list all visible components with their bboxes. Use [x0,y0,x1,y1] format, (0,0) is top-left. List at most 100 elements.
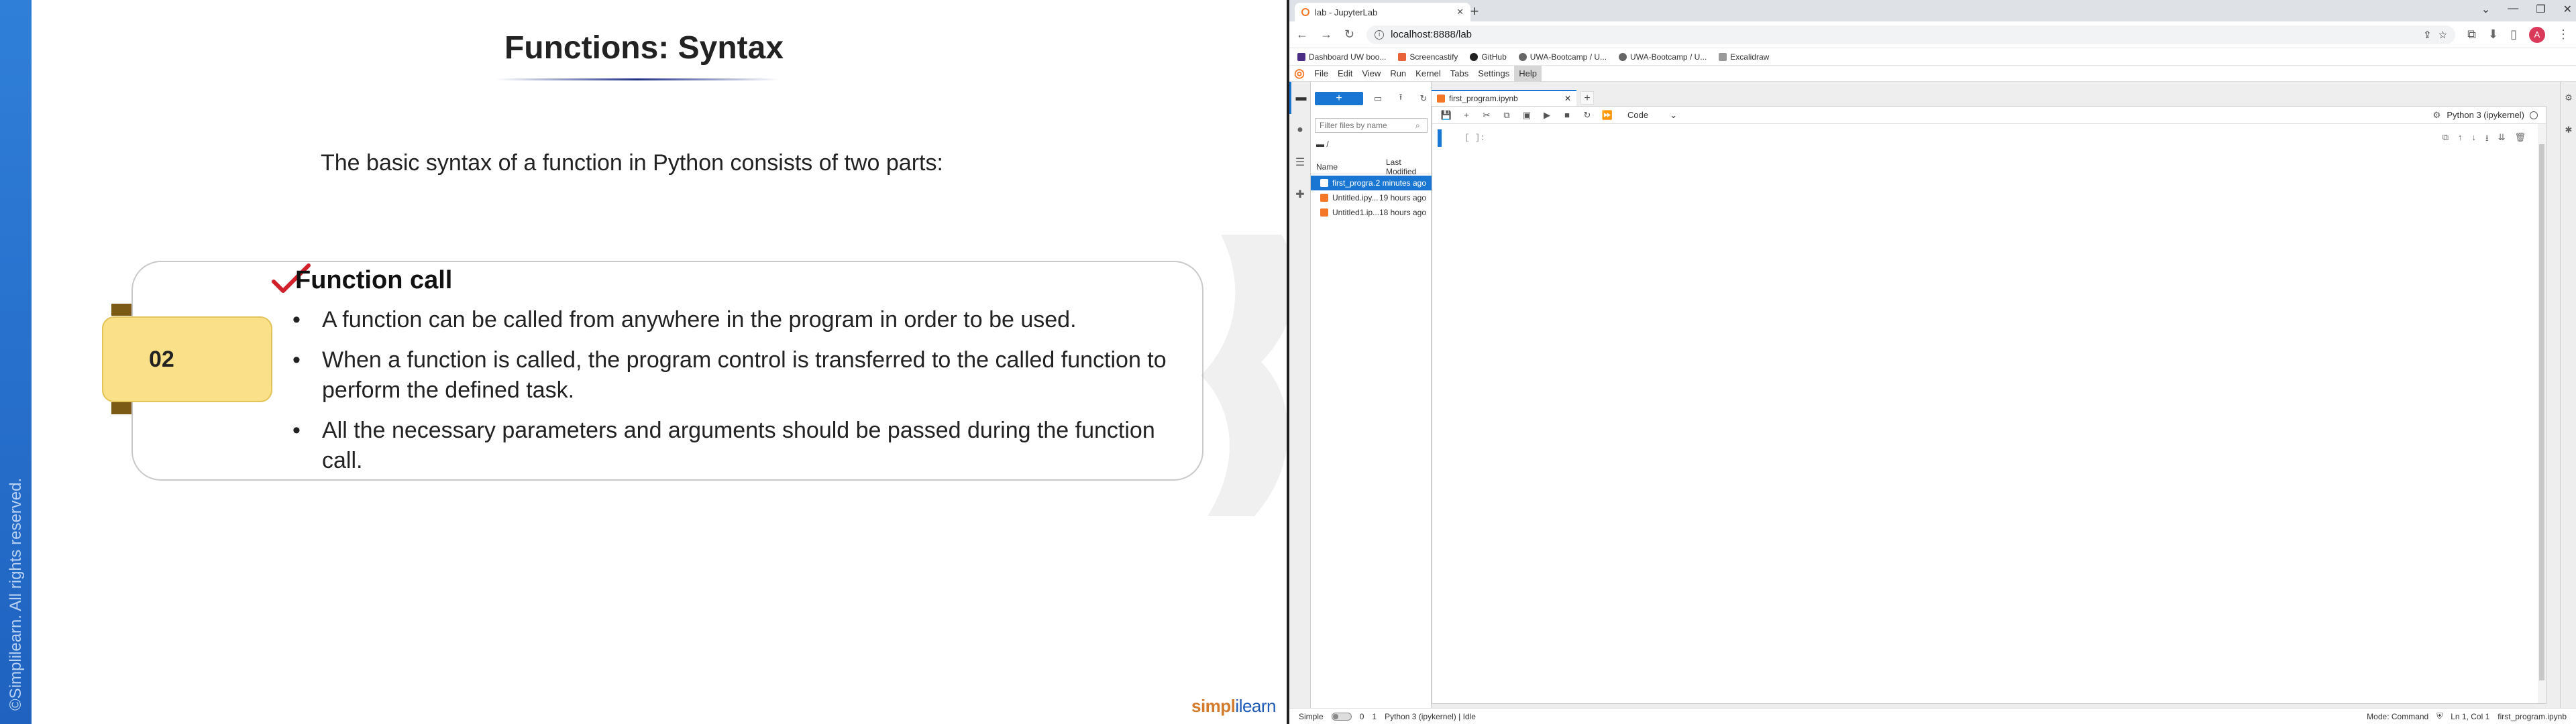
search-icon: ⌕ [1415,121,1420,130]
extension-icon[interactable]: ✚ [1289,178,1311,210]
simple-mode-toggle[interactable] [1331,712,1352,721]
bookmark-item[interactable]: Dashboard UW boo... [1297,52,1386,62]
column-last-modified[interactable]: Last Modified [1386,158,1432,176]
cell-type-select[interactable]: Code ⌄ [1624,108,1680,122]
close-window-icon[interactable]: ✕ [2563,3,2572,16]
menu-view[interactable]: View [1357,66,1385,82]
reload-icon[interactable]: ↻ [1344,27,1354,42]
bullet-item: When a function is called, the program c… [292,345,1178,406]
menu-edit[interactable]: Edit [1333,66,1357,82]
copy-icon[interactable]: ⧉ [1497,110,1517,121]
browser-tab-title: lab - JupyterLab [1315,7,1378,17]
forward-icon[interactable]: → [1320,27,1332,42]
cut-icon[interactable]: ✂ [1477,110,1497,121]
kernel-name[interactable]: Python 3 (ipykernel) [2447,110,2524,120]
menu-run[interactable]: Run [1385,66,1411,82]
globe-icon [1619,52,1627,61]
jupyter-favicon-icon [1301,8,1309,16]
jupyter-menubar: ◎ File Edit View Run Kernel Tabs Setting… [1289,65,2576,82]
extensions-icon[interactable]: ⧉ [2467,27,2476,42]
save-icon[interactable]: 💾 [1436,110,1456,121]
toc-icon[interactable]: ☰ [1289,146,1311,178]
kernel-count[interactable]: 1 [1372,712,1377,721]
run-icon[interactable]: ▶ [1537,110,1557,121]
filter-files-input[interactable] [1315,118,1428,133]
debugger-icon[interactable]: ✱ [2561,114,2576,146]
bookmark-item[interactable]: UWA-Bootcamp / U... [1518,52,1607,62]
card-heading: Function call [295,266,453,294]
profile-avatar[interactable]: A [2529,26,2545,43]
new-tab-button[interactable]: + [1580,91,1594,105]
site-info-icon[interactable]: i [1375,29,1385,40]
title-underline [496,78,778,80]
bookmark-item[interactable]: Screencastify [1398,52,1458,62]
kernel-settings-icon[interactable]: ⚙ [2426,110,2447,121]
terminal-count[interactable]: 0 [1360,712,1364,721]
address-bar[interactable]: i localhost:8888/lab ⇪ ☆ [1366,25,2456,44]
delete-icon[interactable]: 🗑 [2514,132,2526,147]
breadcrumb[interactable]: ▬ / [1316,139,1329,149]
star-icon[interactable]: ☆ [2438,29,2447,41]
share-icon[interactable]: ⇪ [2423,29,2432,41]
code-cell[interactable]: [ ]: ⧉ ↑ ↓ ⭳ ⇊ 🗑 [1438,129,2532,147]
scrollbar[interactable] [2538,124,2546,703]
slide-intro: The basic syntax of a function in Python… [321,150,943,176]
browser-toolbar: ← → ↻ i localhost:8888/lab ⇪ ☆ ⧉ ⬇ ▯ A ⋮ [1289,21,2576,48]
menu-tabs[interactable]: Tabs [1446,66,1473,82]
scrollbar-thumb[interactable] [2539,144,2544,680]
back-icon[interactable]: ← [1296,27,1308,42]
sidepanel-icon[interactable]: ▯ [2510,27,2517,42]
stop-icon[interactable]: ■ [1557,110,1577,120]
bookmark-item[interactable]: UWA-Bootcamp / U... [1619,52,1707,62]
mode-status: Mode: Command [2367,711,2429,721]
menu-help[interactable]: Help [1514,65,1542,82]
paste-icon[interactable]: ▣ [1517,110,1537,121]
cursor-position[interactable]: Ln 1, Col 1 [2451,712,2489,721]
notebook-toolbar: 💾 + ✂ ⧉ ▣ ▶ ■ ↻ ⏩ Code ⌄ ⚙ Python 3 (ipy… [1432,107,2546,124]
slide-title: Functions: Syntax [504,30,784,66]
browser-tab[interactable]: lab - JupyterLab ✕ [1295,3,1470,21]
duplicate-icon[interactable]: ⧉ [2443,132,2449,147]
close-icon[interactable]: ✕ [1564,94,1571,103]
upload-icon[interactable]: ⭱ [1393,91,1409,106]
folder-icon[interactable]: ▬ [1289,82,1311,114]
more-menu-icon[interactable]: ⋮ [2557,27,2569,42]
minimize-icon[interactable]: — [2508,3,2518,16]
menu-settings[interactable]: Settings [1473,66,1514,82]
kernel-status-icon [2530,111,2538,119]
cell-collapser[interactable] [1438,129,1442,147]
chevron-down-icon[interactable]: ⌄ [2481,3,2490,16]
move-down-icon[interactable]: ↓ [2472,132,2477,147]
restart-icon[interactable]: ↻ [1577,110,1597,121]
close-tab-icon[interactable]: ✕ [1456,7,1464,17]
insert-below-icon[interactable]: ⇊ [2498,132,2506,147]
move-up-icon[interactable]: ↑ [2458,132,2463,147]
fast-forward-icon[interactable]: ⏩ [1597,110,1617,121]
bookmark-item[interactable]: Excalidraw [1719,52,1769,62]
bookmark-item[interactable]: GitHub [1470,52,1507,62]
refresh-icon[interactable]: ↻ [1415,93,1432,104]
notebook-tab[interactable]: first_program.ipynb ✕ [1432,90,1576,106]
new-launcher-button[interactable]: + [1315,92,1363,105]
new-folder-icon[interactable]: ▭ [1370,93,1386,104]
property-inspector-icon[interactable]: ⚙ [2561,82,2576,114]
menu-kernel[interactable]: Kernel [1411,66,1446,82]
menu-file[interactable]: File [1309,66,1333,82]
maximize-icon[interactable]: ❐ [2536,3,2545,16]
excalidraw-icon [1719,52,1727,61]
notebook-icon [1320,179,1328,187]
cell-toolbar: ⧉ ↑ ↓ ⭳ ⇊ 🗑 [2443,132,2526,147]
download-icon[interactable]: ⬇ [2488,27,2498,42]
list-item[interactable]: first_progra... 2 minutes ago [1311,176,1432,190]
list-item[interactable]: Untitled.ipy... 19 hours ago [1311,190,1432,205]
insert-cell-icon[interactable]: + [1456,110,1477,120]
running-icon[interactable]: ● [1289,114,1311,146]
insert-above-icon[interactable]: ⭳ [2485,132,2489,147]
kernel-status[interactable]: Python 3 (ipykernel) | Idle [1385,712,1476,721]
window-controls: ⌄ — ❐ ✕ [2481,3,2572,16]
list-item[interactable]: Untitled1.ip... 18 hours ago [1311,205,1432,220]
new-tab-button[interactable]: + [1465,2,1484,21]
shield-icon: ⛨ [2436,711,2443,721]
left-sidebar: ▬ ● ☰ ✚ [1289,82,1311,708]
column-name[interactable]: Name [1311,162,1386,172]
